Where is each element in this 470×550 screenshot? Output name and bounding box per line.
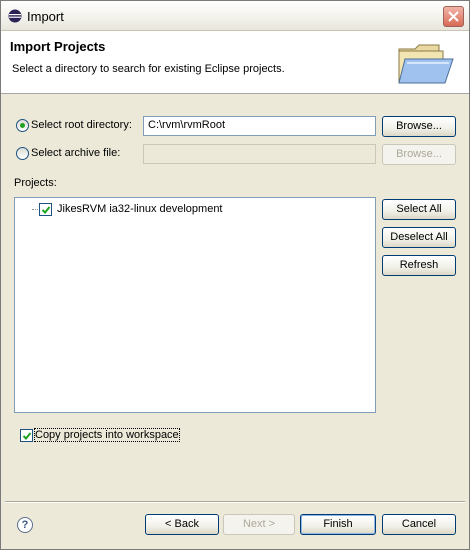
archive-file-input[interactable]: [143, 144, 376, 164]
list-item[interactable]: JikesRVM ia32-linux development: [15, 201, 375, 219]
title-bar[interactable]: Import: [1, 1, 469, 31]
copy-projects-checkbox[interactable]: [20, 429, 33, 442]
window-title: Import: [27, 9, 64, 24]
eclipse-app-icon: [8, 9, 22, 23]
page-description: Select a directory to search for existin…: [12, 63, 285, 75]
open-folder-icon: [398, 44, 454, 84]
checkmark-icon: [22, 432, 32, 440]
archive-file-label: Select archive file:: [31, 147, 121, 159]
browse-directory-button[interactable]: Browse...: [382, 116, 456, 137]
archive-file-radio[interactable]: [16, 147, 29, 160]
next-button[interactable]: Next >: [223, 514, 295, 535]
wizard-header: Import Projects Select a directory to se…: [1, 31, 469, 94]
import-dialog: Import Import Projects Select a director…: [0, 0, 470, 550]
root-directory-label: Select root directory:: [31, 119, 132, 131]
checkmark-icon: [41, 206, 51, 214]
close-icon: [448, 11, 459, 22]
projects-label: Projects:: [14, 177, 57, 189]
close-button[interactable]: [443, 6, 464, 27]
select-all-button[interactable]: Select All: [382, 199, 456, 220]
refresh-button[interactable]: Refresh: [382, 255, 456, 276]
page-title: Import Projects: [10, 39, 106, 54]
footer-separator: [5, 501, 465, 503]
deselect-all-button[interactable]: Deselect All: [382, 227, 456, 248]
back-button[interactable]: < Back: [145, 514, 219, 535]
help-button[interactable]: ?: [17, 517, 33, 533]
finish-button[interactable]: Finish: [300, 514, 376, 535]
project-checkbox[interactable]: [39, 203, 52, 216]
cancel-button[interactable]: Cancel: [382, 514, 456, 535]
radio-selected-dot: [20, 123, 25, 128]
projects-list[interactable]: JikesRVM ia32-linux development: [14, 197, 376, 413]
root-directory-radio[interactable]: [16, 119, 29, 132]
root-directory-input[interactable]: C:\rvm\rvmRoot: [143, 116, 376, 136]
browse-archive-button[interactable]: Browse...: [382, 144, 456, 165]
copy-projects-label[interactable]: Copy projects into workspace: [34, 428, 180, 442]
project-name: JikesRVM ia32-linux development: [57, 203, 223, 215]
